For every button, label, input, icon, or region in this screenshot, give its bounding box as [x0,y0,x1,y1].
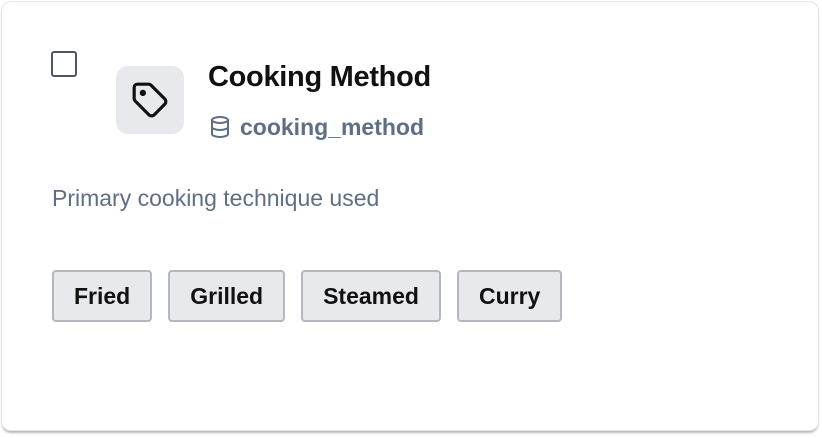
icon-tile [116,66,184,134]
field-description: Primary cooking technique used [52,185,380,211]
option-chip-fried[interactable]: Fried [52,270,153,322]
database-icon [211,116,229,138]
field-card: Cooking Method cooking_method Primary co… [1,1,819,431]
field-title: Cooking Method [208,61,431,93]
option-chip-curry[interactable]: Curry [456,270,563,322]
option-chip-steamed[interactable]: Steamed [301,270,441,322]
field-identifier: cooking_method [208,113,424,141]
option-chip-grilled[interactable]: Grilled [168,270,286,322]
field-name: cooking_method [240,114,425,140]
select-checkbox[interactable] [51,51,77,77]
tag-icon [132,82,168,118]
option-chips: Fried Grilled Steamed Curry [52,270,563,322]
